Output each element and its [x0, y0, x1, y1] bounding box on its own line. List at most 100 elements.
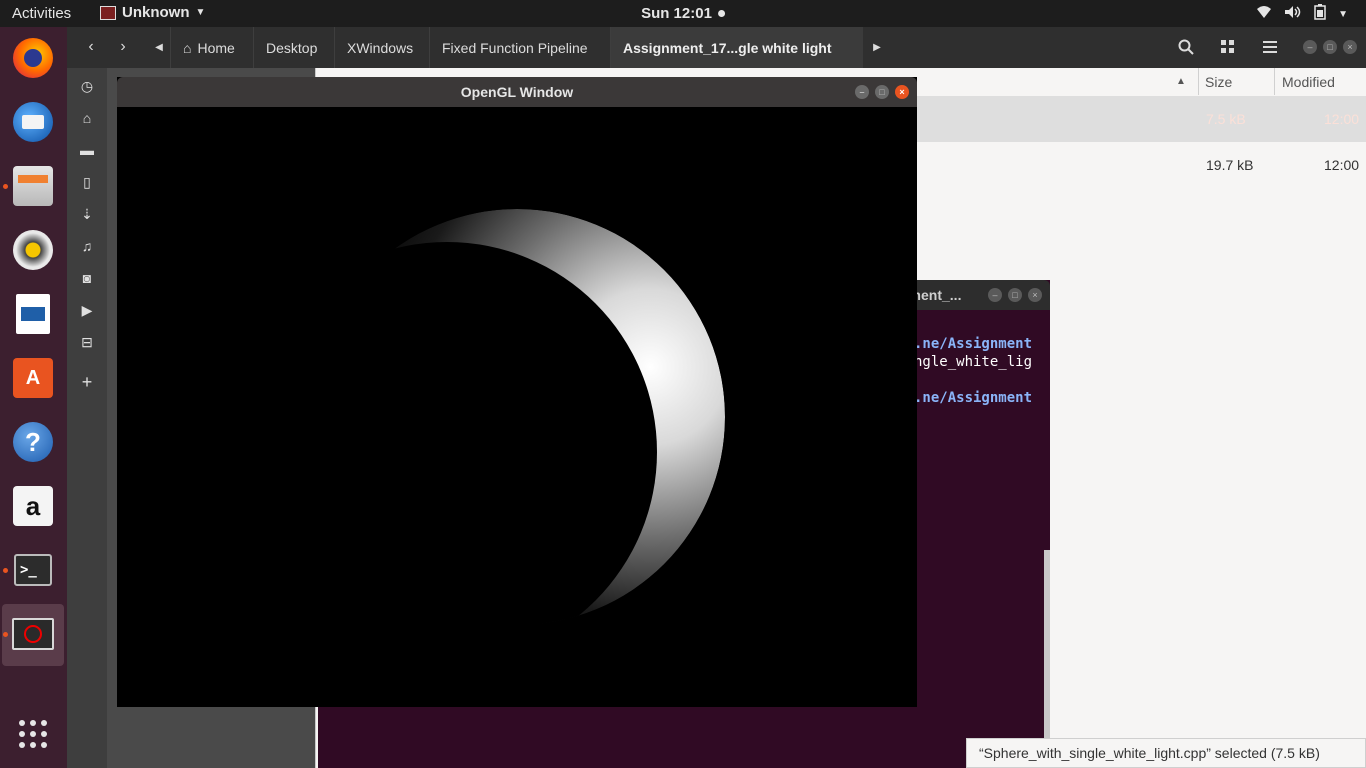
hamburger-menu-icon	[1263, 41, 1277, 53]
files-icon	[13, 166, 53, 206]
thunderbird-icon	[13, 102, 53, 142]
view-toggle-button[interactable]	[1213, 33, 1243, 61]
recent-icon[interactable]: ◷	[79, 78, 95, 94]
breadcrumb-scroll-left[interactable]: ◀	[151, 33, 167, 61]
opengl-render-canvas[interactable]	[117, 107, 917, 707]
battery-icon	[1314, 4, 1326, 24]
clock[interactable]: Sun 12:01	[641, 5, 725, 22]
dock-help[interactable]: ?	[10, 419, 56, 465]
dock-rhythmbox[interactable]	[10, 227, 56, 273]
breadcrumb-label: XWindows	[347, 39, 414, 56]
document-icon[interactable]: ▯	[79, 174, 95, 190]
dock-writer[interactable]	[10, 291, 56, 337]
dock-amazon[interactable]: a	[10, 483, 56, 529]
file-modified: 12:00	[1324, 157, 1360, 173]
terminal-line: .ne/Assignment	[914, 336, 1033, 352]
lit-sphere-render	[117, 107, 917, 707]
dock-opengl-app[interactable]	[10, 611, 56, 657]
dock-terminal[interactable]: >_	[10, 547, 56, 593]
file-modified: 12:00	[1324, 111, 1360, 127]
search-icon	[1178, 39, 1194, 55]
notification-dot-icon	[717, 10, 725, 17]
close-button[interactable]: ×	[895, 85, 909, 99]
status-bar: “Sphere_with_single_white_light.cpp” sel…	[966, 738, 1366, 768]
download-icon[interactable]: ⇣	[79, 206, 95, 222]
forward-button[interactable]: ›	[109, 33, 137, 61]
triangle-right-icon: ▶	[873, 41, 881, 53]
app-menu-label: Unknown	[122, 4, 190, 21]
places-sidebar: ◷ ⌂ ▬ ▯ ⇣ ♫ ◙ ▶ ⊟ +	[67, 68, 107, 768]
back-button[interactable]: ‹	[77, 33, 105, 61]
breadcrumb-desktop[interactable]: Desktop	[253, 27, 332, 68]
app-grid-icon	[13, 714, 53, 754]
opengl-app-icon	[12, 618, 54, 650]
home-icon: ⌂	[183, 39, 192, 56]
search-button[interactable]	[1171, 33, 1201, 61]
volume-icon	[1284, 5, 1302, 23]
dock: A ? a >_	[0, 27, 67, 768]
home-icon[interactable]: ⌂	[79, 110, 95, 126]
firefox-icon	[13, 38, 53, 78]
breadcrumb-fixed-function-pipeline[interactable]: Fixed Function Pipeline	[429, 27, 609, 68]
file-manager-headerbar: ‹ › ◀ ⌂ Home Desktop XWindows Fixed Func…	[67, 27, 1366, 68]
opengl-titlebar[interactable]: OpenGL Window – □ ×	[117, 77, 917, 107]
system-tray[interactable]: ▼	[1256, 4, 1348, 24]
menu-button[interactable]	[1255, 33, 1285, 61]
top-bar: Activities Unknown ▼ Sun 12:01 ▼	[0, 0, 1366, 27]
maximize-button[interactable]: □	[875, 85, 889, 99]
terminal-icon: >_	[14, 554, 52, 586]
trash-icon[interactable]: ⊟	[79, 334, 95, 350]
show-applications-button[interactable]	[10, 711, 56, 757]
camera-icon[interactable]: ◙	[79, 270, 95, 286]
grid-view-icon	[1221, 40, 1234, 53]
libreoffice-writer-icon	[16, 294, 50, 334]
opengl-window-title: OpenGL Window	[460, 84, 574, 100]
column-label: Size	[1205, 73, 1233, 90]
breadcrumb-current-folder[interactable]: Assignment_17...gle white light	[610, 27, 863, 68]
close-icon: ×	[1347, 42, 1353, 52]
sort-ascending-icon[interactable]: ▲	[1176, 68, 1196, 95]
minimize-icon: –	[859, 87, 865, 97]
activities-button[interactable]: Activities	[12, 5, 71, 22]
minimize-button[interactable]: –	[855, 85, 869, 99]
running-indicator	[3, 568, 8, 573]
running-indicator	[3, 184, 8, 189]
chevron-down-icon: ▼	[195, 7, 206, 18]
dock-thunderbird[interactable]	[10, 99, 56, 145]
breadcrumb-label: Desktop	[266, 39, 318, 56]
dock-firefox[interactable]	[10, 35, 56, 81]
dock-files[interactable]	[10, 163, 56, 209]
clock-label: Sun 12:01	[641, 5, 712, 22]
chevron-down-icon: ▼	[1338, 8, 1348, 20]
breadcrumb-home[interactable]: ⌂ Home	[170, 27, 248, 68]
music-icon[interactable]: ♫	[79, 238, 95, 254]
minimize-button[interactable]: –	[1303, 40, 1317, 54]
column-label: Modified	[1282, 73, 1335, 90]
video-icon[interactable]: ▶	[79, 302, 95, 318]
chevron-left-icon: ‹	[88, 38, 94, 55]
breadcrumb-label: Home	[197, 39, 235, 56]
close-button[interactable]: ×	[1343, 40, 1357, 54]
file-size: 7.5 kB	[1206, 111, 1246, 127]
close-icon: ×	[899, 87, 905, 97]
size-column-header[interactable]: Size	[1198, 68, 1274, 95]
wifi-icon	[1256, 5, 1272, 23]
terminal-scrollbar[interactable]	[1044, 550, 1050, 768]
terminal-line: .ne/Assignment	[914, 390, 1033, 406]
folder-icon[interactable]: ▬	[79, 142, 95, 158]
dock-software[interactable]: A	[10, 355, 56, 401]
app-menu[interactable]: Unknown ▼	[100, 4, 205, 21]
running-indicator	[3, 632, 8, 637]
maximize-icon: □	[879, 87, 885, 97]
add-location-icon[interactable]: +	[79, 373, 95, 391]
maximize-icon: □	[1327, 42, 1333, 52]
help-icon: ?	[13, 422, 53, 462]
maximize-button[interactable]: □	[1323, 40, 1337, 54]
breadcrumb-xwindows[interactable]: XWindows	[334, 27, 428, 68]
breadcrumb-scroll-right[interactable]: ▶	[869, 33, 885, 61]
modified-column-header[interactable]: Modified	[1274, 68, 1366, 95]
rhythmbox-icon	[13, 230, 53, 270]
breadcrumb-label: Fixed Function Pipeline	[442, 39, 588, 56]
triangle-left-icon: ◀	[155, 41, 163, 53]
amazon-icon: a	[13, 486, 53, 526]
